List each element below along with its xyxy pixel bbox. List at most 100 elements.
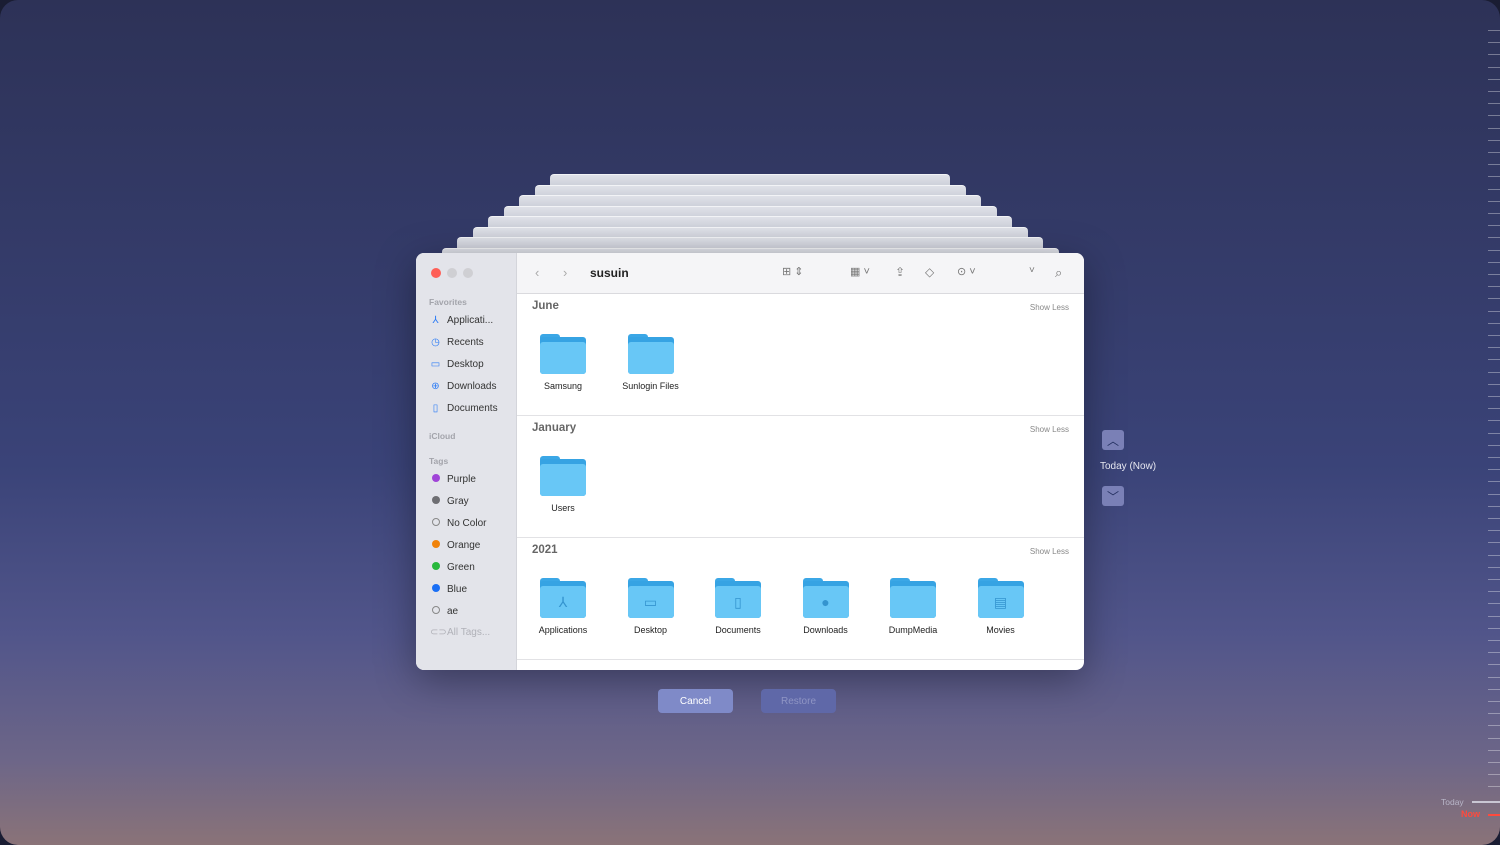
timeline-tick[interactable] bbox=[1488, 383, 1500, 385]
timeline-tick[interactable] bbox=[1488, 213, 1500, 214]
show-less-button[interactable]: Show Less bbox=[1030, 547, 1069, 556]
timeline-tick[interactable] bbox=[1488, 774, 1500, 776]
timeline-tick[interactable] bbox=[1488, 396, 1500, 397]
cancel-button[interactable]: Cancel bbox=[658, 689, 733, 713]
forward-button[interactable]: › bbox=[563, 265, 567, 280]
timeline-tick[interactable] bbox=[1488, 30, 1500, 31]
timeline-tick[interactable] bbox=[1488, 505, 1500, 507]
timeline-tick[interactable] bbox=[1488, 749, 1500, 751]
timeline-tick[interactable] bbox=[1488, 432, 1500, 434]
timeline-tick[interactable] bbox=[1488, 627, 1500, 629]
folder-item[interactable]: Sunlogin Files bbox=[611, 334, 691, 391]
timeline-tick[interactable] bbox=[1488, 249, 1500, 251]
timeline-tick[interactable] bbox=[1488, 42, 1500, 44]
sidebar-tag[interactable]: ae bbox=[430, 604, 458, 618]
timeline-tick[interactable] bbox=[1488, 78, 1500, 80]
timeline-tick[interactable] bbox=[1488, 371, 1500, 373]
timeline-tick[interactable] bbox=[1488, 115, 1500, 117]
timeline-tick[interactable] bbox=[1488, 688, 1500, 690]
folder-item[interactable]: Users bbox=[523, 456, 603, 513]
timeline-tick[interactable] bbox=[1488, 640, 1500, 641]
timeline-tick[interactable] bbox=[1488, 713, 1500, 715]
minimize-button[interactable] bbox=[447, 268, 457, 278]
sidebar-tag[interactable]: Gray bbox=[430, 494, 469, 508]
icloud-header[interactable]: iCloud bbox=[429, 431, 455, 441]
timeline-tick[interactable] bbox=[1488, 164, 1500, 166]
timeline-tick[interactable] bbox=[1488, 725, 1500, 727]
search-icon[interactable]: ⌕ bbox=[1055, 265, 1062, 281]
timeline-tick[interactable] bbox=[1488, 310, 1500, 312]
timeline-tick[interactable] bbox=[1488, 188, 1500, 190]
sidebar-tag[interactable]: Green bbox=[430, 560, 475, 574]
timeline-tick[interactable] bbox=[1488, 286, 1500, 288]
timeline-tick[interactable] bbox=[1488, 261, 1500, 263]
sidebar-tag[interactable]: Purple bbox=[430, 472, 476, 486]
timeline-tick[interactable] bbox=[1488, 664, 1500, 666]
icon-view-button[interactable]: ⊞ ⇕ bbox=[782, 265, 804, 278]
timeline-tick[interactable] bbox=[1488, 298, 1500, 300]
timeline-now-label[interactable]: Now bbox=[1461, 809, 1480, 819]
restore-button[interactable]: Restore bbox=[761, 689, 836, 713]
folder-item[interactable]: Samsung bbox=[523, 334, 603, 391]
timeline-today-label[interactable]: Today bbox=[1441, 797, 1464, 807]
timeline-tick[interactable] bbox=[1488, 127, 1500, 129]
share-icon[interactable]: ⇪ bbox=[895, 265, 905, 279]
timeline-tick[interactable] bbox=[1488, 615, 1500, 617]
sidebar-item[interactable]: ▭ Desktop bbox=[430, 357, 484, 371]
tag-icon[interactable]: ◇ bbox=[925, 265, 934, 279]
timeline-tick[interactable] bbox=[1488, 493, 1500, 495]
timeline-tick[interactable] bbox=[1488, 518, 1500, 519]
zoom-button[interactable] bbox=[463, 268, 473, 278]
timeline-tick[interactable] bbox=[1488, 566, 1500, 568]
timeline-tick[interactable] bbox=[1488, 786, 1500, 788]
chevron-down-icon[interactable]: ﹀ bbox=[1102, 486, 1124, 506]
folder-item[interactable]: ▯ Documents bbox=[698, 578, 778, 635]
show-less-button[interactable]: Show Less bbox=[1030, 425, 1069, 434]
timeline-tick[interactable] bbox=[1488, 91, 1500, 92]
sidebar-item-all-tags[interactable]: ⊂⊃ All Tags... bbox=[430, 625, 490, 639]
folder-item[interactable]: ▤ Movies bbox=[961, 578, 1041, 635]
timeline-tick[interactable] bbox=[1488, 66, 1500, 68]
folder-item[interactable]: DumpMedia bbox=[873, 578, 953, 635]
timeline-tick[interactable] bbox=[1488, 701, 1500, 702]
sidebar-tag[interactable]: No Color bbox=[430, 516, 486, 530]
timeline-tick[interactable] bbox=[1488, 603, 1500, 605]
timeline-tick[interactable] bbox=[1488, 554, 1500, 556]
folder-item[interactable]: ⅄ Applications bbox=[523, 578, 603, 635]
timeline-tick[interactable] bbox=[1488, 54, 1500, 56]
timeline-tick[interactable] bbox=[1488, 408, 1500, 410]
timeline-tick[interactable] bbox=[1488, 237, 1500, 239]
timeline-tick[interactable] bbox=[1488, 335, 1500, 336]
timeline-tick[interactable] bbox=[1488, 347, 1500, 349]
timeline-tick[interactable] bbox=[1488, 274, 1500, 275]
chevron-up-icon[interactable]: ︿ bbox=[1102, 430, 1124, 450]
timeline-tick[interactable] bbox=[1488, 322, 1500, 324]
timeline-tick[interactable] bbox=[1488, 103, 1500, 105]
sidebar-item[interactable]: ⅄ Applicati... bbox=[430, 313, 493, 327]
timeline-tick[interactable] bbox=[1488, 225, 1500, 227]
timeline-tick[interactable] bbox=[1488, 176, 1500, 178]
timeline-tick[interactable] bbox=[1488, 457, 1500, 458]
folder-item[interactable]: ▭ Desktop bbox=[611, 578, 691, 635]
show-less-button[interactable]: Show Less bbox=[1030, 303, 1069, 312]
folder-item[interactable]: ● Downloads bbox=[786, 578, 866, 635]
timeline-tick[interactable] bbox=[1488, 762, 1500, 763]
timeline-tick[interactable] bbox=[1488, 652, 1500, 654]
more-actions-button[interactable]: ⊙ ˅ bbox=[957, 265, 976, 278]
timeline-tick[interactable] bbox=[1488, 579, 1500, 580]
timeline-tick[interactable] bbox=[1488, 481, 1500, 483]
group-button[interactable]: ▦ ˅ bbox=[850, 265, 870, 278]
timeline-tick[interactable] bbox=[1488, 737, 1500, 739]
sidebar-item[interactable]: ⊕ Downloads bbox=[430, 379, 496, 393]
timeline-tick[interactable] bbox=[1488, 530, 1500, 532]
timeline-tick[interactable] bbox=[1488, 420, 1500, 422]
sidebar-item[interactable]: ▯ Documents bbox=[430, 401, 498, 415]
close-button[interactable] bbox=[431, 268, 441, 278]
timeline-tick[interactable] bbox=[1488, 676, 1500, 678]
sidebar-item[interactable]: ◷ Recents bbox=[430, 335, 484, 349]
timeline-tick[interactable] bbox=[1488, 542, 1500, 544]
sidebar-tag[interactable]: Orange bbox=[430, 538, 480, 552]
chevron-down-icon[interactable]: ˅ bbox=[1029, 265, 1035, 276]
timeline-tick[interactable] bbox=[1488, 444, 1500, 446]
timeline-tick[interactable] bbox=[1488, 200, 1500, 202]
